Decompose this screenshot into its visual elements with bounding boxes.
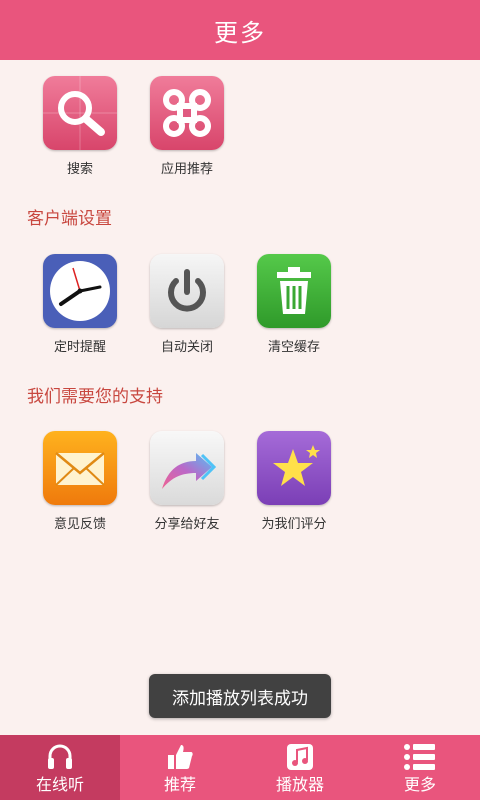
tab-more-label: 更多 [403,775,436,794]
power-icon [150,254,224,328]
header-bar: 更多 [0,0,480,60]
thumbs-up-icon [120,741,240,773]
app-recommend-tile[interactable]: 应用推荐 [139,76,235,177]
auto-close-label: 自动关闭 [160,340,213,355]
trash-icon [257,254,331,328]
rate-us-tile[interactable]: 为我们评分 [246,431,342,532]
search-tile[interactable]: 搜索 [32,76,128,177]
command-icon [150,76,224,150]
share-label: 分享给好友 [154,517,220,532]
tab-online-listen[interactable]: 在线听 [0,735,120,800]
auto-close-tile[interactable]: 自动关闭 [139,254,235,355]
share-tile[interactable]: 分享给好友 [139,431,235,532]
section-title-support: 我们需要您的支持 [27,387,163,407]
tab-more[interactable]: 更多 [360,735,480,800]
toast-text: 添加播放列表成功 [172,688,308,709]
share-arrow-icon [150,431,224,505]
feedback-label: 意见反馈 [53,517,106,532]
search-icon [43,76,117,150]
clear-cache-label: 清空缓存 [267,340,320,355]
tab-player[interactable]: 播放器 [240,735,360,800]
toast-message: 添加播放列表成功 [149,674,331,718]
clock-icon [43,254,117,328]
tab-player-label: 播放器 [275,775,324,794]
timer-reminder-tile[interactable]: 定时提醒 [32,254,128,355]
bottom-tab-bar: 在线听 推荐 播放器 更多 [0,735,480,800]
tab-recommend-label: 推荐 [163,775,196,794]
headphones-icon [0,741,120,773]
music-note-icon [240,741,360,773]
rate-us-label: 为我们评分 [261,517,327,532]
star-icon [257,431,331,505]
section-title-client-settings: 客户端设置 [27,209,112,229]
list-icon [360,741,480,773]
search-label: 搜索 [66,162,93,177]
tab-online-listen-label: 在线听 [35,775,84,794]
mail-icon [43,431,117,505]
timer-reminder-label: 定时提醒 [53,340,106,355]
page-title: 更多 [214,18,266,47]
app-recommend-label: 应用推荐 [160,162,213,177]
tab-recommend[interactable]: 推荐 [120,735,240,800]
clear-cache-tile[interactable]: 清空缓存 [246,254,342,355]
feedback-tile[interactable]: 意见反馈 [32,431,128,532]
